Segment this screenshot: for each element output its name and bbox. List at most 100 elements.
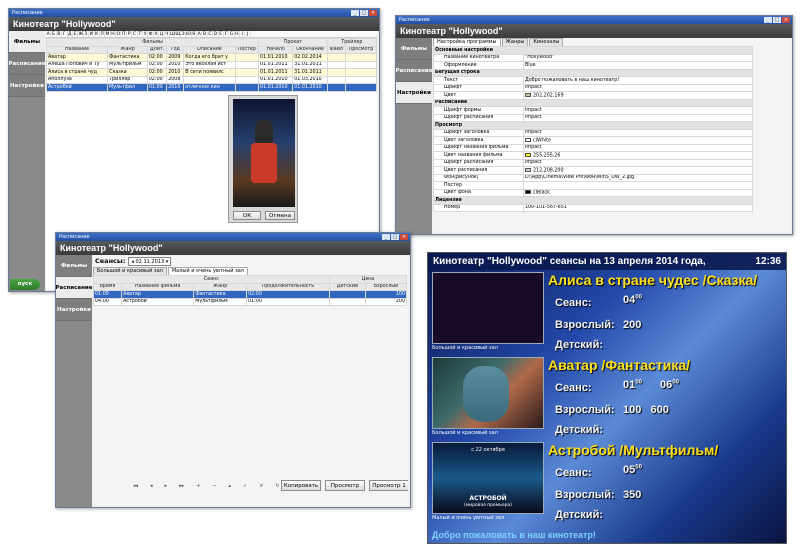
minimize-button[interactable]: _ xyxy=(351,10,359,16)
maximize-button[interactable]: □ xyxy=(391,234,399,240)
close-button[interactable]: × xyxy=(400,234,408,240)
nav-refresh-icon[interactable]: ↻ xyxy=(275,483,279,489)
alphabet-letter[interactable]: J xyxy=(245,31,251,37)
property-value[interactable]: 100-101-567-651 xyxy=(523,203,753,212)
property-value[interactable]: Impact xyxy=(523,106,753,115)
column-header[interactable]: Название xyxy=(46,45,109,54)
maximize-button[interactable]: □ xyxy=(360,10,368,16)
property-value[interactable]: clBlack xyxy=(523,188,753,197)
date-picker[interactable]: ◂ 02.11.2013 ▾ xyxy=(128,256,172,266)
column-header[interactable]: Год xyxy=(166,45,185,54)
property-category[interactable]: Лицензия xyxy=(433,196,753,205)
property-value[interactable]: Impact xyxy=(523,83,753,92)
nav-prev-icon[interactable]: ◂ xyxy=(150,483,153,489)
property-value[interactable]: "Hollywood" xyxy=(523,53,753,62)
tab-small-hall[interactable]: Малый и очень уютный зал xyxy=(167,267,249,275)
property-row[interactable]: Шрифт расписания Impact xyxy=(433,158,753,167)
nav-add-icon[interactable]: + xyxy=(196,483,200,489)
property-row[interactable]: Цвет названия фильма 255,255,26 xyxy=(433,151,753,160)
tab-schedule[interactable]: Расписание xyxy=(56,277,93,299)
tab-films[interactable]: Фильмы xyxy=(396,38,432,60)
property-row[interactable]: Шрифт названия фильма Impact xyxy=(433,143,753,152)
property-value[interactable]: 212,208,200 xyxy=(523,166,753,175)
property-value[interactable] xyxy=(523,181,753,190)
poster-cancel-button[interactable]: Отмена xyxy=(265,211,295,220)
column-header[interactable]: Начало xyxy=(258,45,294,54)
window-titlebar[interactable]: Расписание _ □ × xyxy=(9,9,379,17)
property-category[interactable]: Расписание xyxy=(433,98,753,107)
column-header[interactable]: Время xyxy=(93,282,123,291)
nav-post-icon[interactable]: ✓ xyxy=(243,483,247,489)
property-value[interactable]: D:\App\Cinema\View Pro\Фон\WinS_DW_2.jpg xyxy=(523,173,753,182)
property-row[interactable]: Шрифт Impact xyxy=(433,83,753,92)
property-category[interactable]: Просмотр xyxy=(433,121,753,130)
column-header[interactable]: Жанр xyxy=(107,45,148,54)
nav-last-icon[interactable]: ▸▸ xyxy=(179,483,184,489)
property-row[interactable]: Фон(рисунок) D:\App\Cinema\View Pro\Фон\W… xyxy=(433,173,753,182)
tab-settings[interactable]: Настройки xyxy=(9,75,45,97)
property-row[interactable]: Цвет фона clBlack xyxy=(433,188,753,197)
tab-program-settings[interactable]: Настройка программы xyxy=(433,38,501,46)
tab-films[interactable]: Фильмы xyxy=(9,31,45,53)
property-row[interactable]: Шрифт заголовка Impact xyxy=(433,128,753,137)
property-value[interactable]: clWhite xyxy=(523,136,753,145)
nav-edit-icon[interactable]: ▴ xyxy=(229,483,232,489)
tab-genres[interactable]: Жанры xyxy=(501,38,529,46)
maximize-button[interactable]: □ xyxy=(773,17,781,23)
property-row[interactable]: Шрифт расписания Impact xyxy=(433,113,753,122)
start-button[interactable]: пуск xyxy=(10,279,40,290)
tab-big-hall[interactable]: Большой и красивый зал xyxy=(93,267,167,275)
tab-schedule[interactable]: Расписание xyxy=(396,60,433,82)
property-row[interactable]: Шрифт формы Impact xyxy=(433,106,753,115)
table-row[interactable]: 04:00 Астробой Мультфильм 01:00 200 xyxy=(93,297,408,306)
column-header[interactable]: Файл xyxy=(326,45,346,54)
property-value[interactable]: Impact xyxy=(523,113,753,122)
nav-cancel-icon[interactable]: × xyxy=(259,483,263,489)
preview-button[interactable]: Просмотр xyxy=(325,480,365,491)
tab-settings[interactable]: Настройки xyxy=(396,82,432,104)
window-titlebar[interactable]: Расписание _ □ × xyxy=(56,233,410,241)
tab-schedule[interactable]: Расписание xyxy=(9,53,46,75)
property-row[interactable]: Текст Добро пожаловать в наш кинотеатр! xyxy=(433,76,753,85)
tab-halls[interactable]: Кинозалы xyxy=(529,38,564,46)
column-header[interactable]: Продолжительность xyxy=(246,282,330,291)
column-header[interactable]: Детский xyxy=(328,282,366,291)
column-header[interactable]: Постер xyxy=(234,45,260,54)
close-button[interactable]: × xyxy=(782,17,790,23)
property-value[interactable]: 255,255,26 xyxy=(523,151,753,160)
window-titlebar[interactable]: Расписание _ □ × xyxy=(396,16,792,24)
property-value[interactable]: Impact xyxy=(523,143,753,152)
table-row[interactable]: Аватар Фантастика 02:00 2009 Когда его брат … xyxy=(46,53,377,62)
column-header[interactable]: Длит. xyxy=(146,45,168,54)
tab-settings[interactable]: Настройки xyxy=(56,299,92,321)
copy-button[interactable]: Копировать xyxy=(281,480,321,491)
nav-first-icon[interactable]: ◂◂ xyxy=(133,483,138,489)
property-value[interactable]: Impact xyxy=(523,128,753,137)
table-row[interactable]: Алеша Попович и Ту Мультфильм 02:00 2010 Это… xyxy=(46,60,377,69)
property-value[interactable]: Impact xyxy=(523,158,753,167)
minimize-button[interactable]: _ xyxy=(764,17,772,23)
column-header[interactable]: Жанр xyxy=(193,282,248,291)
column-header[interactable]: Описание xyxy=(183,45,236,54)
property-row[interactable]: Цвет расписания 212,208,200 xyxy=(433,166,753,175)
preview1-button[interactable]: Просмотр 1 xyxy=(369,480,408,491)
property-row[interactable]: Название кинотеатра "Hollywood" xyxy=(433,53,753,62)
property-row[interactable]: Номер 100-101-567-651 xyxy=(433,203,753,212)
poster-ok-button[interactable]: ОК xyxy=(233,211,261,220)
column-header[interactable]: Взрослый xyxy=(364,282,408,291)
date-dropdown-icon[interactable]: ▾ xyxy=(164,259,169,265)
property-row[interactable]: Цвет 202,202,169 xyxy=(433,91,753,100)
property-row[interactable]: Оформление Blue xyxy=(433,61,753,70)
tab-films[interactable]: Фильмы xyxy=(56,255,92,277)
table-row[interactable]: Алиса в стране чуд Сказка 02:00 2010 В сети … xyxy=(46,68,377,77)
close-button[interactable]: × xyxy=(369,10,377,16)
column-header[interactable]: Название фильма xyxy=(121,282,195,291)
property-row[interactable]: Постер xyxy=(433,181,753,190)
nav-next-icon[interactable]: ▸ xyxy=(165,483,168,489)
property-row[interactable]: Цвет заголовка clWhite xyxy=(433,136,753,145)
table-row[interactable]: Астробой Мультфил 01:00 2010 отличное кин 01.… xyxy=(46,83,377,92)
column-header[interactable]: Окончание xyxy=(292,45,328,54)
nav-delete-icon[interactable]: − xyxy=(212,483,216,489)
property-value[interactable]: 202,202,169 xyxy=(523,91,753,100)
property-category[interactable]: Основные настройки xyxy=(433,46,753,55)
